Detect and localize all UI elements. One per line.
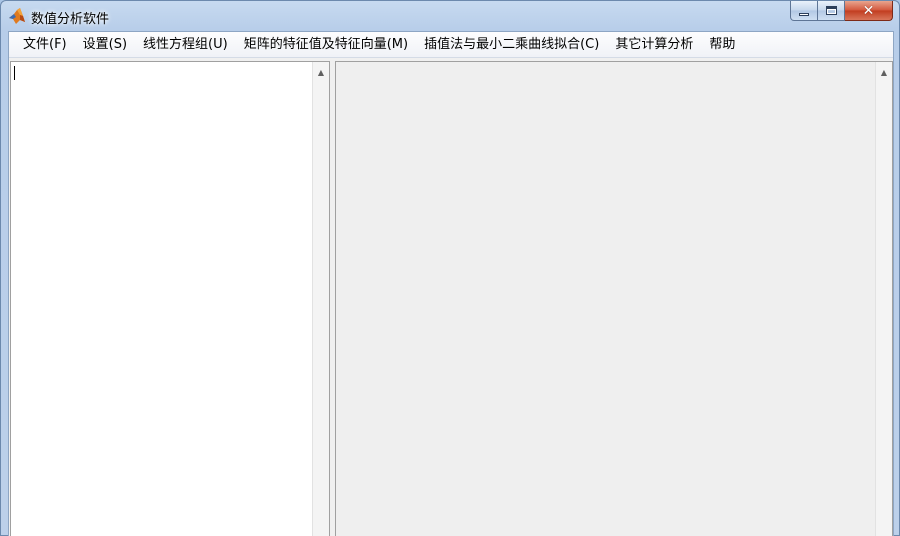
title-bar[interactable]: 数值分析软件 ✕ bbox=[1, 1, 899, 31]
output-text-area[interactable]: ▲ bbox=[335, 61, 893, 536]
panels: ▲ ▲ bbox=[9, 59, 893, 536]
window-controls: ✕ bbox=[790, 1, 893, 21]
menu-other-analysis[interactable]: 其它计算分析 bbox=[607, 34, 701, 56]
menu-interpolation-fitting[interactable]: 插值法与最小二乘曲线拟合(C) bbox=[416, 34, 607, 56]
left-vertical-scrollbar[interactable]: ▲ bbox=[312, 62, 329, 536]
menu-file[interactable]: 文件(F) bbox=[15, 34, 75, 56]
menu-help[interactable]: 帮助 bbox=[701, 34, 743, 56]
close-icon: ✕ bbox=[862, 2, 875, 19]
menu-eigenvalues[interactable]: 矩阵的特征值及特征向量(M) bbox=[236, 34, 416, 56]
menu-settings[interactable]: 设置(S) bbox=[75, 34, 135, 56]
menu-bar: 文件(F) 设置(S) 线性方程组(U) 矩阵的特征值及特征向量(M) 插值法与… bbox=[9, 32, 893, 58]
right-vertical-scrollbar[interactable]: ▲ bbox=[875, 62, 892, 536]
minimize-button[interactable] bbox=[790, 1, 818, 21]
scroll-up-arrow-icon[interactable]: ▲ bbox=[313, 64, 329, 80]
client-area: 文件(F) 设置(S) 线性方程组(U) 矩阵的特征值及特征向量(M) 插值法与… bbox=[8, 31, 894, 536]
maximize-button[interactable] bbox=[818, 1, 845, 21]
close-button[interactable]: ✕ bbox=[845, 1, 893, 21]
minimize-icon bbox=[799, 13, 809, 16]
scroll-up-arrow-icon[interactable]: ▲ bbox=[876, 64, 892, 80]
window-title: 数值分析软件 bbox=[31, 12, 110, 27]
text-caret bbox=[14, 66, 15, 80]
matlab-logo-icon bbox=[8, 7, 26, 25]
app-window: 数值分析软件 ✕ 文件(F) 设置(S) 线性方程组(U) 矩阵的特征值及特征向… bbox=[0, 0, 900, 536]
menu-linear-equations[interactable]: 线性方程组(U) bbox=[135, 34, 236, 56]
maximize-icon bbox=[825, 6, 837, 15]
input-text-area[interactable]: ▲ bbox=[10, 61, 330, 536]
